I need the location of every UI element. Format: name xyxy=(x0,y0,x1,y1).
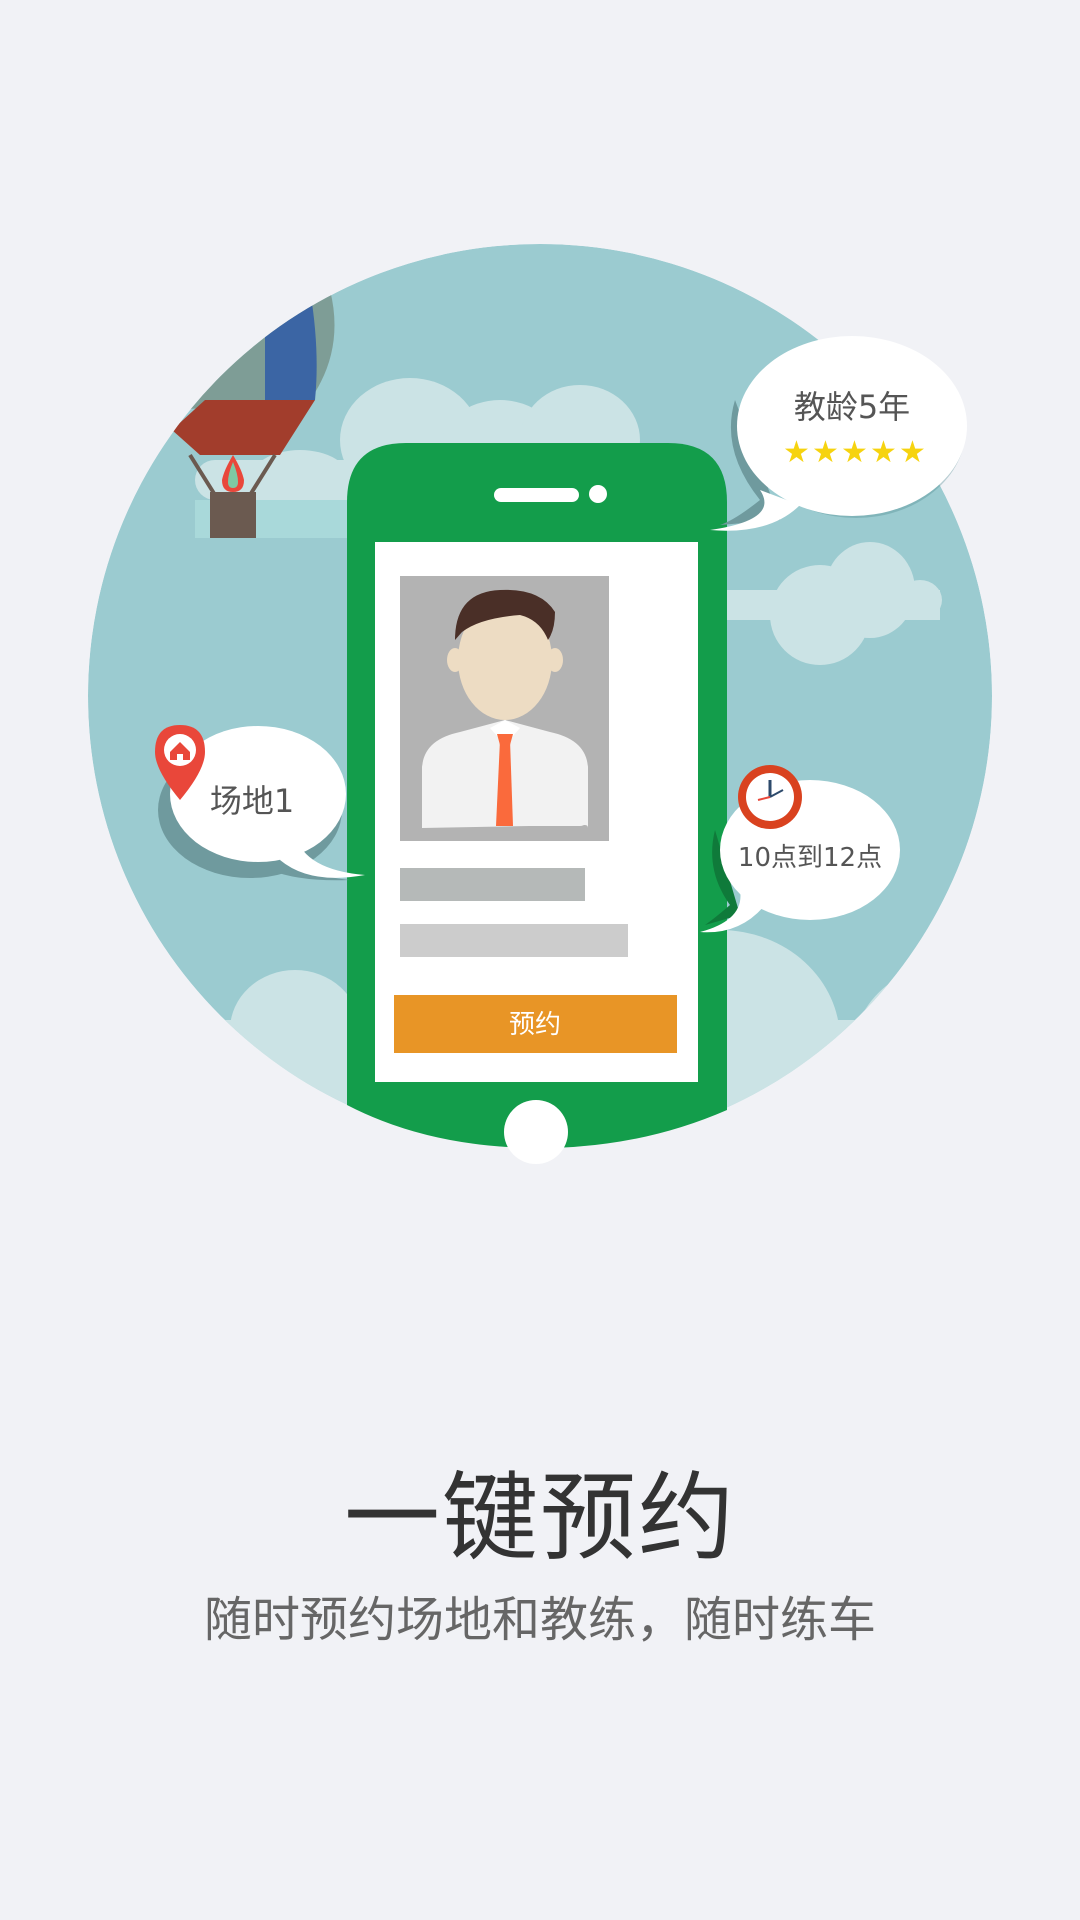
name-placeholder xyxy=(400,868,585,901)
time-slot-text: 10点到12点 xyxy=(738,843,882,873)
coach-avatar xyxy=(400,576,609,841)
page-subtitle: 随时预约场地和教练，随时练车 xyxy=(203,1592,876,1648)
phone-mockup: 预约 xyxy=(347,443,727,1164)
star-icon: ★ xyxy=(899,435,926,470)
star-icon: ★ xyxy=(783,435,810,470)
info-placeholder xyxy=(400,924,628,957)
venue-text: 场地1 xyxy=(210,782,294,820)
star-icon: ★ xyxy=(812,435,839,470)
home-button xyxy=(504,1100,568,1164)
clock-icon xyxy=(738,765,802,829)
rating-stars: ★ ★ ★ ★ ★ xyxy=(783,435,926,470)
book-button-label: 预约 xyxy=(509,1010,561,1040)
onboarding-illustration: 预约 教龄5年 ★ ★ ★ ★ ★ 场地1 10点到12点 xyxy=(88,244,992,1164)
teaching-years-text: 教龄5年 xyxy=(794,388,910,426)
star-icon: ★ xyxy=(870,435,897,470)
page-title: 一键预约 xyxy=(344,1462,736,1574)
star-icon: ★ xyxy=(841,435,868,470)
